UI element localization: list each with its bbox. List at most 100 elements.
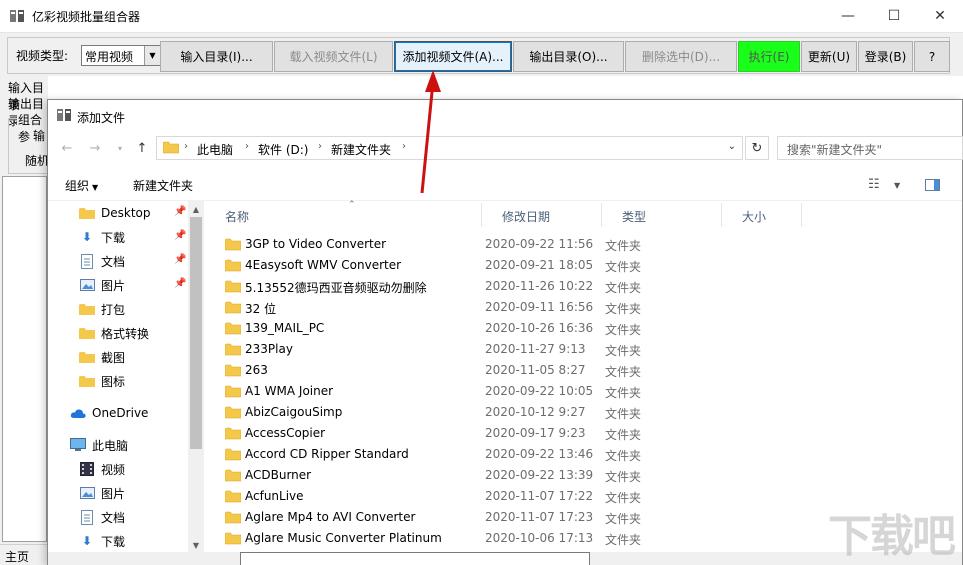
scroll-up-icon[interactable]: ▲ <box>188 201 204 217</box>
back-icon[interactable]: ← <box>59 140 75 156</box>
recent-chevron-icon[interactable]: ▾ <box>112 140 128 156</box>
pin-icon[interactable]: 📌 <box>174 254 186 265</box>
file-row[interactable]: ACDBurner 2020-09-22 13:39 文件夹 <box>225 465 785 486</box>
nav-item-onedrive[interactable]: OneDrive <box>70 403 148 423</box>
execute-button[interactable]: 执行(E) <box>738 41 800 72</box>
file-row[interactable]: Aglare Music Converter Platinum 2020-10-0… <box>225 528 785 549</box>
column-header-name[interactable]: 名称 ⌃ <box>205 200 482 227</box>
maximize-button[interactable]: ☐ <box>871 0 917 32</box>
nav-item-documents[interactable]: 文档 <box>79 251 125 271</box>
nav-item-label: 下载 <box>101 230 126 245</box>
video-type-select[interactable]: 常用视频 ▼ <box>81 45 161 66</box>
nav-item-screenshots[interactable]: 截图 <box>79 347 125 367</box>
help-button[interactable]: ? <box>914 41 950 72</box>
pin-icon[interactable]: 📌 <box>174 278 186 289</box>
file-row[interactable]: 263 2020-11-05 8:27 文件夹 <box>225 360 785 381</box>
chevron-down-icon[interactable]: ⌄ <box>728 141 736 152</box>
file-row[interactable]: 139_MAIL_PC 2020-10-26 16:36 文件夹 <box>225 318 785 339</box>
column-header-type[interactable]: 类型 <box>602 203 722 227</box>
column-header-date[interactable]: 修改日期 <box>482 203 602 227</box>
nav-item-videos[interactable]: 视频 <box>79 459 125 479</box>
add-video-button[interactable]: 添加视频文件(A)... <box>394 41 512 72</box>
nav-item-label: 下载 <box>101 534 126 549</box>
folder-icon <box>225 511 241 524</box>
pin-icon[interactable]: 📌 <box>174 230 186 241</box>
nav-item-documents-2[interactable]: 文档 <box>79 507 125 527</box>
file-name: 263 <box>245 363 268 377</box>
organize-button[interactable]: 组织 ▼ <box>65 177 98 194</box>
folder-icon <box>225 469 241 482</box>
nav-item-downloads[interactable]: ⬇ 下载 <box>79 227 125 247</box>
load-video-button[interactable]: 载入视频文件(L) <box>274 41 393 72</box>
input-dir-button[interactable]: 输入目录(I)... <box>160 41 273 72</box>
chevron-down-icon[interactable]: ▼ <box>144 46 160 65</box>
forward-icon[interactable]: → <box>87 140 103 156</box>
file-list-area[interactable] <box>2 176 47 542</box>
file-name: Aglare Mp4 to AVI Converter <box>245 510 416 524</box>
file-row[interactable]: A1 WMA Joiner 2020-09-22 10:05 文件夹 <box>225 381 785 402</box>
file-row[interactable]: 4Easysoft WMV Converter 2020-09-21 18:05 文… <box>225 255 785 276</box>
file-type: 文件夹 <box>605 449 642 463</box>
main-toolbar: 视频类型: 常用视频 ▼ 输入目录(I)... 载入视频文件(L) 添加视频文件… <box>0 32 963 76</box>
scroll-down-icon[interactable]: ▼ <box>188 537 204 553</box>
file-type: 文件夹 <box>605 302 642 316</box>
view-options-icon[interactable]: ☷ <box>868 177 880 192</box>
breadcrumb-drive-d[interactable]: 软件 (D:) <box>258 141 308 158</box>
address-bar-row: ← → ▾ ↑ › 此电脑 › 软件 (D:) › 新建文件夹 › ⌄ ↻ 搜索… <box>48 131 963 167</box>
file-name: ACDBurner <box>245 468 312 482</box>
file-type: 文件夹 <box>605 428 642 442</box>
close-button[interactable]: ✕ <box>917 0 963 32</box>
nav-item-label: 格式转换 <box>101 326 150 341</box>
nav-item-label: 文档 <box>101 254 126 269</box>
nav-item-label: OneDrive <box>92 406 149 420</box>
nav-item-format-convert[interactable]: 格式转换 <box>79 323 149 343</box>
nav-item-icons[interactable]: 图标 <box>79 371 125 391</box>
file-row[interactable]: Accord CD Ripper Standard 2020-09-22 13:4… <box>225 444 785 465</box>
nav-item-desktop[interactable]: Desktop <box>79 203 151 223</box>
minimize-button[interactable]: — <box>825 0 871 32</box>
nav-item-dabao[interactable]: 打包 <box>79 299 125 319</box>
nav-item-pictures[interactable]: 图片 <box>79 275 125 295</box>
file-type: 文件夹 <box>605 344 642 358</box>
column-header-size[interactable]: 大小 <box>722 203 802 227</box>
new-folder-button[interactable]: 新建文件夹 <box>133 177 193 194</box>
up-icon[interactable]: ↑ <box>134 140 150 156</box>
nav-scrollbar[interactable]: ▲ ▼ <box>188 201 204 553</box>
command-bar: 组织 ▼ 新建文件夹 ☷ ▼ <box>48 169 962 201</box>
file-row[interactable]: AbizCaigouSimp 2020-10-12 9:27 文件夹 <box>225 402 785 423</box>
dialog-title: 添加文件 <box>77 111 126 125</box>
file-date: 2020-11-27 9:13 <box>485 342 586 356</box>
sort-ascending-icon: ⌃ <box>348 200 356 210</box>
breadcrumb-new-folder[interactable]: 新建文件夹 <box>331 141 391 158</box>
folder-icon <box>225 385 241 398</box>
pin-icon[interactable]: 📌 <box>174 206 186 217</box>
file-row[interactable]: Aglare Mp4 to AVI Converter 2020-11-07 17… <box>225 507 785 528</box>
main-left-panel: 输入目录 输出目录 组合参 输 随机 <box>0 76 52 565</box>
output-dir-button[interactable]: 输出目录(O)... <box>513 41 624 72</box>
group-line-3: 随机 <box>25 154 50 168</box>
login-button[interactable]: 登录(B) <box>858 41 913 72</box>
filename-input[interactable] <box>240 552 590 565</box>
update-button[interactable]: 更新(U) <box>801 41 857 72</box>
file-row[interactable]: 32 位 2020-09-11 16:56 文件夹 <box>225 297 785 318</box>
file-row[interactable]: 3GP to Video Converter 2020-09-22 11:56 文件… <box>225 234 785 255</box>
nav-item-pictures-2[interactable]: 图片 <box>79 483 125 503</box>
file-row[interactable]: AcfunLive 2020-11-07 17:22 文件夹 <box>225 486 785 507</box>
search-input[interactable]: 搜索"新建文件夹" <box>777 136 963 160</box>
nav-item-this-pc[interactable]: 此电脑 <box>70 435 128 455</box>
breadcrumb-this-pc[interactable]: 此电脑 <box>197 141 233 158</box>
file-row[interactable]: AccessCopier 2020-09-17 9:23 文件夹 <box>225 423 785 444</box>
file-row[interactable]: 233Play 2020-11-27 9:13 文件夹 <box>225 339 785 360</box>
main-title-bar: 亿彩视频批量组合器 — ☐ ✕ <box>0 0 963 32</box>
address-bar[interactable]: › 此电脑 › 软件 (D:) › 新建文件夹 › ⌄ <box>156 136 743 160</box>
chevron-down-icon[interactable]: ▼ <box>894 181 900 190</box>
cloud-icon <box>70 405 86 421</box>
refresh-icon[interactable]: ↻ <box>745 136 769 160</box>
file-row[interactable]: 5.13552德玛西亚音频驱动勿删除 2020-11-26 10:22 文件夹 <box>225 276 785 297</box>
file-name: 233Play <box>245 342 293 356</box>
scroll-thumb[interactable] <box>190 217 202 449</box>
preview-pane-icon[interactable] <box>925 179 940 191</box>
delete-selected-button[interactable]: 删除选中(D)... <box>625 41 737 72</box>
nav-item-downloads-2[interactable]: ⬇ 下载 <box>79 531 125 551</box>
app-icon <box>56 107 72 123</box>
